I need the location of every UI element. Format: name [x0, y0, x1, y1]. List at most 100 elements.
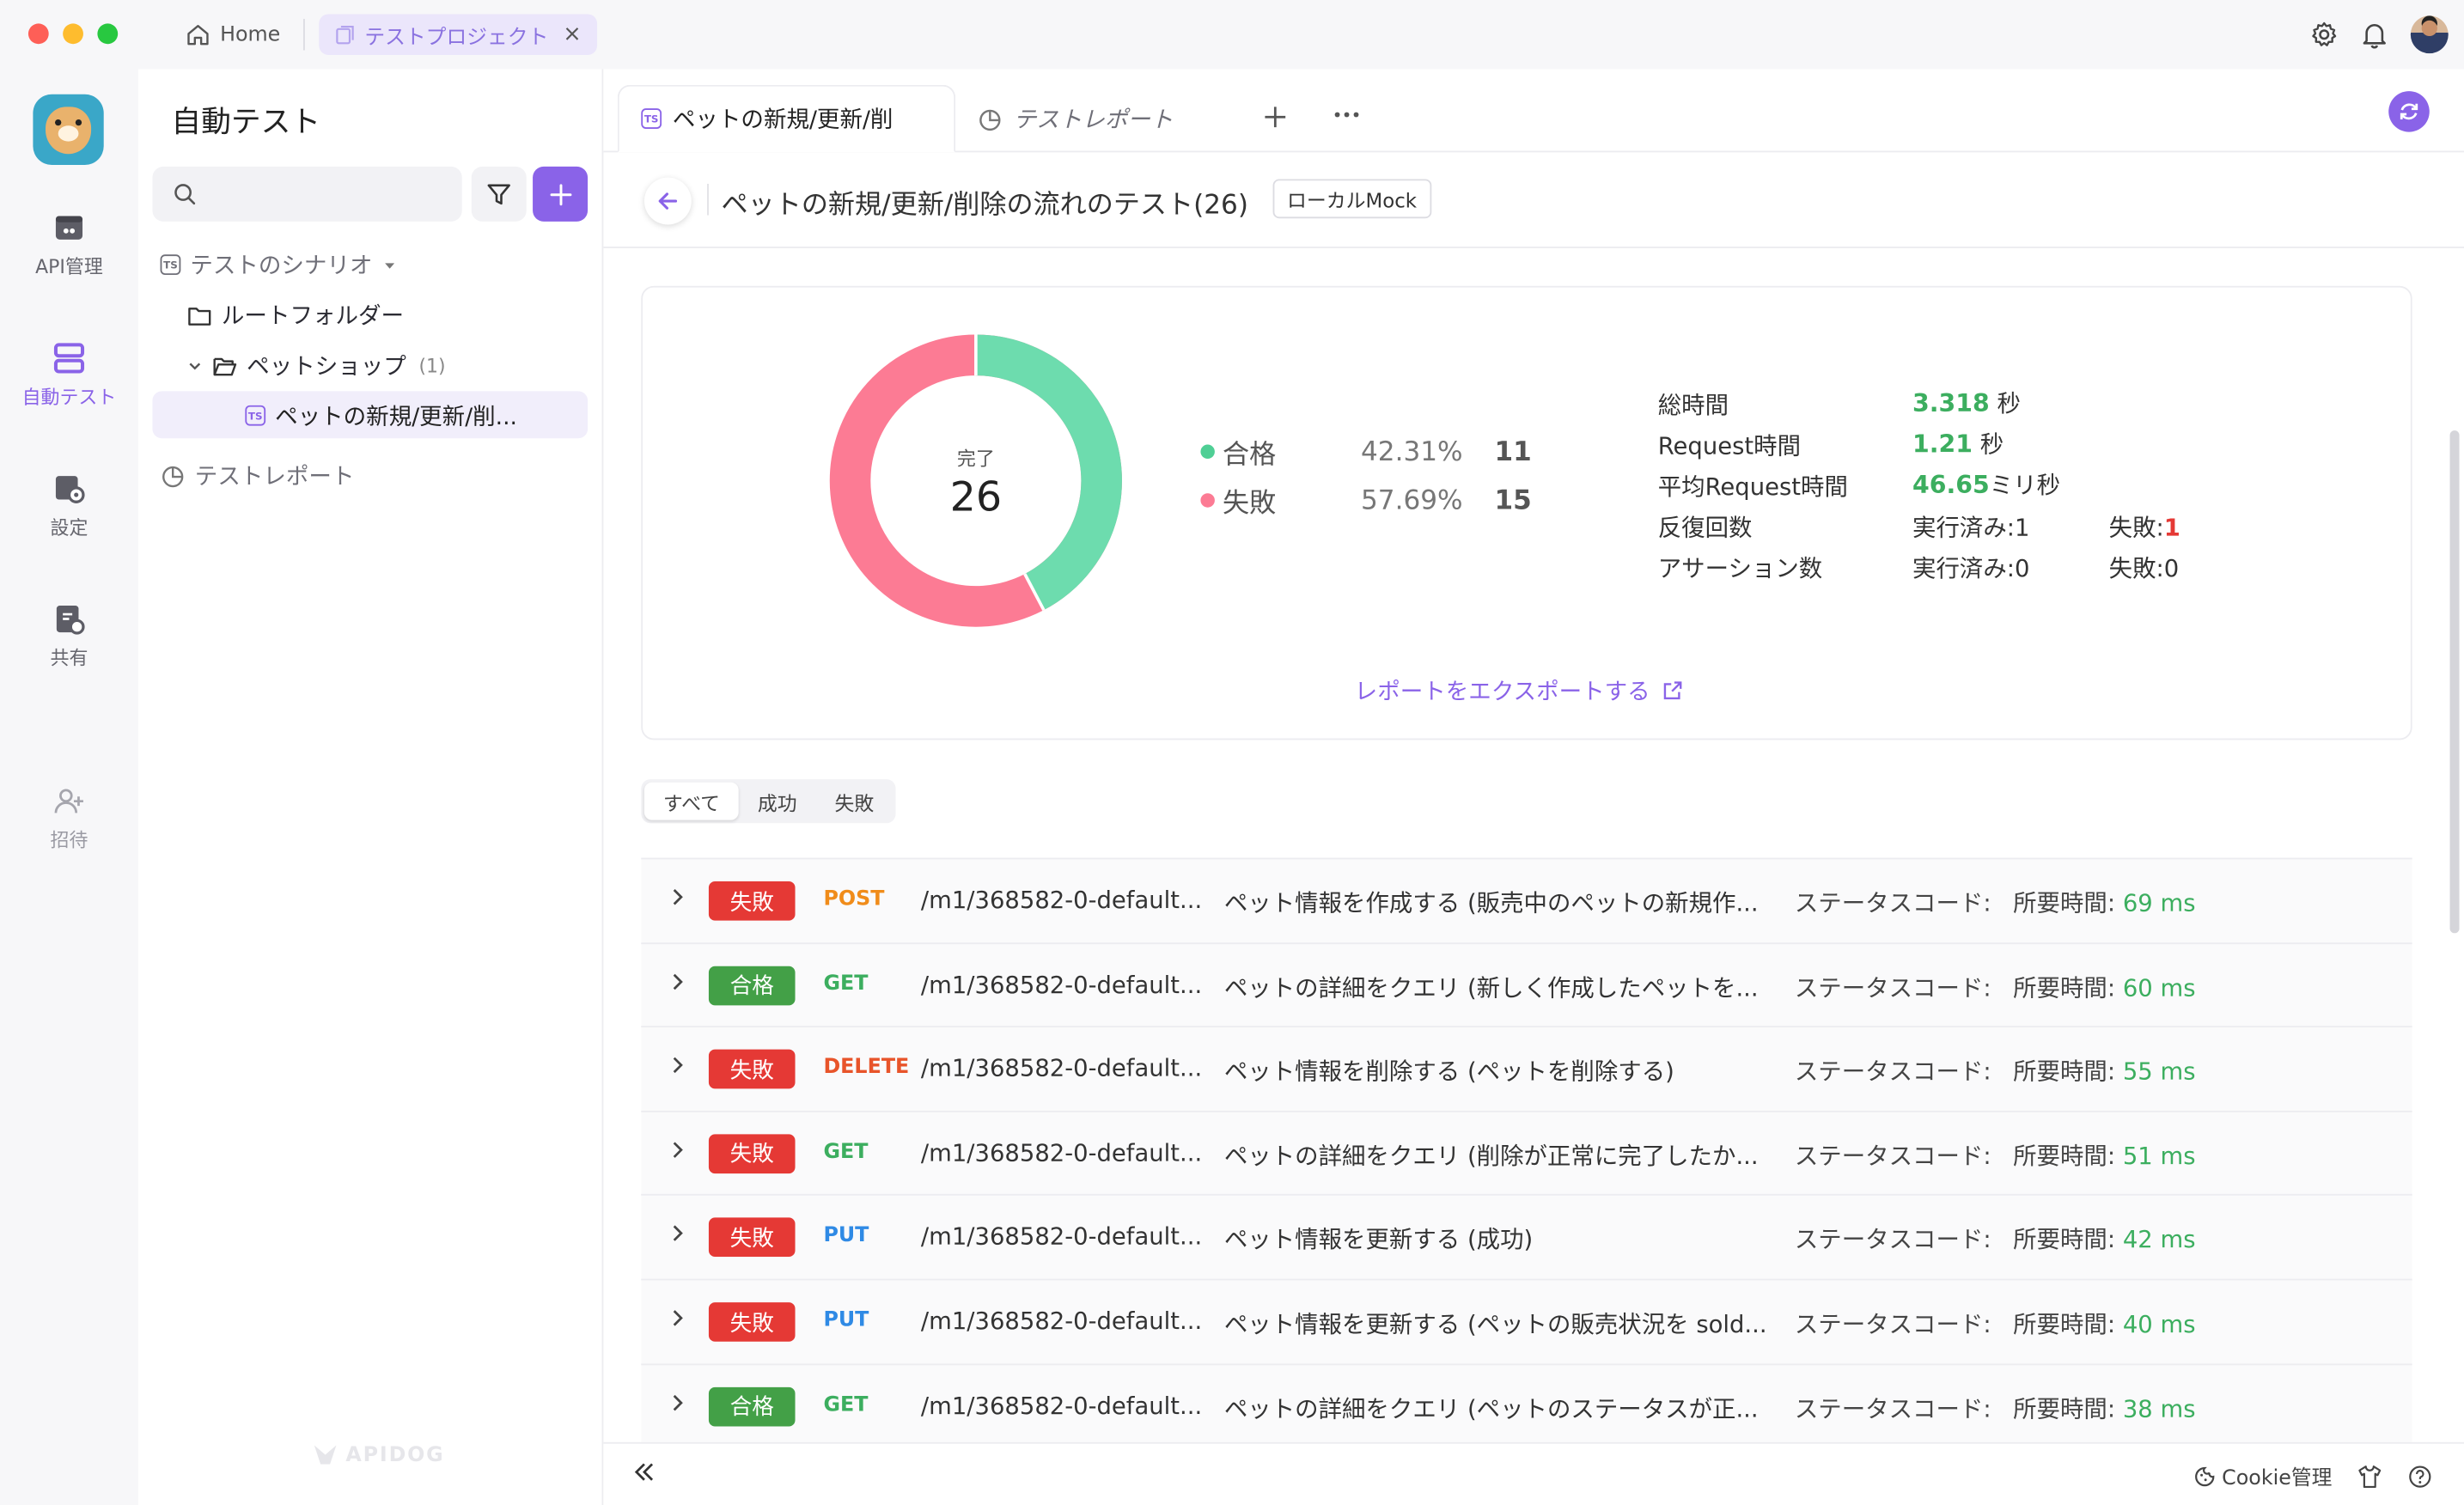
elapsed-time-value: 55 ms [2122, 1057, 2196, 1087]
filter-success-tab[interactable]: 成功 [739, 783, 816, 820]
request-path: /m1/368582-0-default... [920, 1391, 1203, 1420]
rail-item-api[interactable]: API管理 [0, 210, 138, 279]
search-box[interactable] [152, 166, 462, 222]
filter-all-tab[interactable]: すべて [643, 782, 739, 820]
page-header: ペットの新規/更新/削除の流れのテスト(26) ローカルMock [603, 152, 2464, 248]
iterations-failed-value: 1 [2163, 514, 2180, 542]
legend-fail-count: 15 [1494, 484, 1532, 516]
tab-test-report[interactable]: テストレポート [955, 85, 1223, 153]
scrollbar[interactable] [2449, 430, 2460, 934]
elapsed-time: 所要時間: 42 ms [2013, 1223, 2195, 1256]
add-tab-button[interactable] [1264, 99, 1287, 138]
chevron-down-icon[interactable] [187, 357, 203, 373]
status-code-label: ステータスコード: [1794, 1226, 1991, 1255]
arrow-left-icon [658, 192, 678, 210]
rail-item-settings[interactable]: 設定 [0, 472, 138, 540]
rail-item-invite[interactable]: 招待 [0, 784, 138, 853]
avg-request-time-unit: ミリ秒 [1989, 471, 2061, 500]
add-button[interactable] [533, 166, 589, 222]
request-path: /m1/368582-0-default... [920, 1138, 1203, 1167]
elapsed-time-value: 42 ms [2122, 1226, 2196, 1255]
rail-item-auto-test[interactable]: 自動テスト [0, 341, 138, 410]
project-tab[interactable]: テストプロジェクト × [319, 14, 598, 56]
cookie-manager-button[interactable]: Cookie管理 [2193, 1461, 2332, 1491]
filter-failed-tab[interactable]: 失敗 [816, 783, 894, 820]
export-report-link[interactable]: レポートをエクスポートする [1355, 674, 1683, 707]
collapse-sidebar-button[interactable] [631, 1459, 656, 1490]
pie-chart-icon [162, 465, 184, 487]
legend-fail: 失敗 57.69% 15 [1200, 481, 1532, 520]
chevron-right-icon[interactable] [669, 1222, 685, 1250]
bell-icon[interactable] [2360, 21, 2388, 49]
status-code-label: ステータスコード: [1794, 1394, 1991, 1423]
cookie-manager-label: Cookie管理 [2222, 1467, 2333, 1491]
rail-item-label: 自動テスト [21, 386, 117, 409]
elapsed-time-label: 所要時間: [2013, 973, 2116, 1002]
status-badge: 失敗 [708, 1134, 796, 1173]
total-time-unit: 秒 [1997, 389, 2021, 418]
elapsed-time-value: 69 ms [2122, 889, 2196, 918]
double-chevron-left-icon [634, 1463, 654, 1481]
external-link-icon [1663, 681, 1682, 700]
legend-fail-percent: 57.69% [1361, 484, 1463, 516]
caret-down-icon[interactable] [381, 257, 397, 272]
chevron-right-icon[interactable] [669, 1390, 685, 1418]
sync-button[interactable] [2388, 91, 2430, 132]
tree-root-folder[interactable]: ルートフォルダー [187, 298, 404, 331]
auto-test-icon [53, 343, 85, 374]
result-row[interactable]: 失敗 PUT/m1/368582-0-default... ペット情報を更新する (… [641, 1278, 2412, 1364]
request-path: /m1/368582-0-default... [920, 1222, 1203, 1252]
tree-pet-shop-folder[interactable]: ペットショップ (1) [187, 349, 446, 381]
chevron-right-icon[interactable] [669, 885, 685, 913]
tab-pet-flow-test[interactable]: TS ペットの新規/更新/削 [617, 84, 956, 153]
elapsed-time-label: 所要時間: [2013, 889, 2116, 918]
search-input[interactable] [209, 182, 445, 206]
folder-icon [188, 307, 211, 325]
tree-item-pet-flow-test[interactable]: TS ペットの新規/更新/削... [245, 399, 517, 432]
request-time-number: 1.21 [1912, 430, 1973, 460]
legend-pass-percent: 42.31% [1361, 436, 1463, 468]
chevron-right-icon[interactable] [669, 1053, 685, 1082]
status-code-label: ステータスコード: [1794, 1142, 1991, 1171]
elapsed-time-label: 所要時間: [2013, 1057, 2116, 1087]
plus-icon [549, 183, 571, 205]
chevron-right-icon[interactable] [669, 1137, 685, 1166]
cookie-icon [2194, 1465, 2215, 1486]
filter-button[interactable] [471, 166, 527, 222]
left-rail: API管理 自動テスト 設定 共有 招待 [0, 69, 138, 1505]
http-method: DELETE [823, 1056, 910, 1080]
minimize-window-button[interactable] [63, 23, 83, 45]
result-row[interactable]: 失敗 GET/m1/368582-0-default... ペットの詳細をクエリ (… [641, 1110, 2412, 1196]
help-icon[interactable] [2407, 1464, 2432, 1489]
result-row[interactable]: 合格 GET/m1/368582-0-default... ペットの詳細をクエリ (… [641, 941, 2412, 1027]
more-tabs-button[interactable] [1333, 94, 1361, 127]
pass-dot-icon [1200, 444, 1215, 460]
gear-icon[interactable] [2310, 21, 2339, 49]
http-method: GET [823, 1392, 869, 1417]
tree-scenarios[interactable]: TS テストのシナリオ [160, 248, 398, 281]
iterations-failed: 失敗:1 [2109, 510, 2180, 543]
main-panel: TS ペットの新規/更新/削 テストレポート ペットの新規/更新/削除の流れのテ… [603, 69, 2464, 1505]
result-row[interactable]: 失敗 PUT/m1/368582-0-default... ペット情報を更新する (… [641, 1194, 2412, 1280]
avatar[interactable] [2410, 15, 2449, 54]
status-badge: 失敗 [708, 1218, 796, 1258]
close-window-button[interactable] [27, 23, 49, 45]
close-tab-icon[interactable]: × [563, 22, 581, 47]
elapsed-time: 所要時間: 51 ms [2013, 1139, 2195, 1172]
zoom-window-button[interactable] [97, 23, 119, 45]
result-row[interactable]: 失敗 POST/m1/368582-0-default... ペット情報を作成する … [641, 857, 2412, 943]
result-row[interactable]: 失敗 DELETE/m1/368582-0-default... ペット情報を削除す… [641, 1026, 2412, 1112]
status-code-label: ステータスコード: [1794, 1310, 1991, 1339]
environment-badge: ローカルMock [1272, 179, 1431, 219]
result-row[interactable]: 合格 GET/m1/368582-0-default... ペットの詳細をクエリ (… [641, 1362, 2412, 1442]
tree-pet-shop-count: (1) [418, 354, 446, 376]
back-button[interactable] [643, 177, 692, 225]
home-tab[interactable]: Home [186, 17, 280, 52]
request-description: ペット情報を作成する (販売中のペットの新規作... [1223, 889, 1759, 918]
home-icon [187, 24, 209, 46]
chevron-right-icon[interactable] [669, 969, 685, 997]
tree-reports[interactable]: テストレポート [161, 459, 354, 491]
rail-item-share[interactable]: 共有 [0, 601, 138, 670]
shirt-icon[interactable] [2357, 1464, 2382, 1489]
chevron-right-icon[interactable] [669, 1306, 685, 1334]
